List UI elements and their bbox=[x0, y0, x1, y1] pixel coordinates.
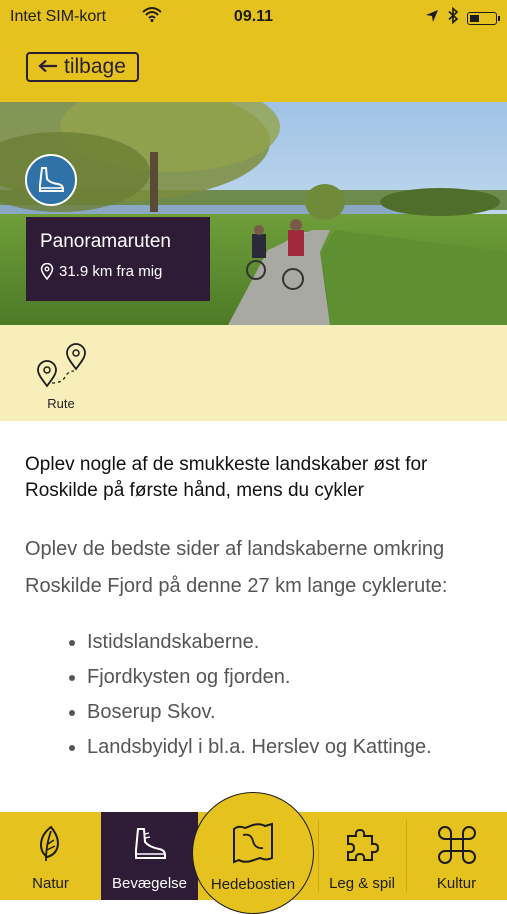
nav-bar: tilbage bbox=[0, 34, 507, 102]
command-icon bbox=[437, 826, 476, 868]
headline: Oplev nogle af de smukkeste landskaber ø… bbox=[25, 454, 428, 501]
hero-image: Panoramaruten 31.9 km fra mig bbox=[0, 102, 507, 325]
battery-icon bbox=[467, 11, 500, 25]
route-label: Rute bbox=[47, 396, 75, 411]
tab-label: Bevægelse bbox=[111, 875, 188, 892]
list-item: Istidslandskaberne. bbox=[87, 625, 490, 660]
tab-natur[interactable]: Natur bbox=[0, 812, 101, 900]
tab-bevaegelse[interactable]: Bevægelse bbox=[101, 812, 198, 900]
back-label: tilbage bbox=[64, 55, 126, 78]
shoe-icon bbox=[130, 824, 170, 868]
intro-text: Oplev de bedste sider af landskaberne om… bbox=[25, 538, 448, 597]
list-item: Boserup Skov. bbox=[87, 695, 490, 730]
description: Oplev nogle af de smukkeste landskaber ø… bbox=[25, 452, 490, 765]
back-button[interactable]: tilbage bbox=[26, 52, 139, 82]
puzzle-icon bbox=[342, 824, 382, 868]
list-item: Fjordkysten og fjorden. bbox=[87, 660, 490, 695]
activity-badge bbox=[25, 154, 77, 206]
route-pins-icon bbox=[32, 343, 90, 393]
location-arrow-icon bbox=[425, 9, 439, 28]
route-title: Panoramaruten bbox=[40, 231, 171, 252]
map-icon bbox=[229, 821, 277, 869]
bluetooth-icon bbox=[447, 6, 459, 29]
highlights-list: Istidslandskaberne. Fjordkysten og fjord… bbox=[25, 625, 490, 765]
tab-label: Leg & spil bbox=[329, 875, 395, 892]
distance-row: 31.9 km fra mig bbox=[40, 263, 196, 280]
tab-label: Natur bbox=[32, 875, 69, 892]
distance-label: 31.9 km fra mig bbox=[59, 263, 163, 280]
tab-label: Hedebostien bbox=[210, 876, 296, 893]
tab-kultur[interactable]: Kultur bbox=[406, 812, 507, 900]
map-pin-icon bbox=[40, 263, 54, 280]
list-item: Landsbyidyl i bl.a. Herslev og Kattinge. bbox=[87, 730, 490, 765]
tab-label: Kultur bbox=[436, 875, 477, 892]
leaf-icon bbox=[33, 824, 69, 868]
tab-leg-og-spil[interactable]: Leg & spil bbox=[318, 812, 406, 900]
shoe-icon bbox=[36, 165, 66, 195]
arrow-left-icon bbox=[38, 55, 58, 79]
info-strip: Rute bbox=[0, 325, 507, 421]
tab-bar: Natur Bevægelse Leg & spil Kultur Hedebo… bbox=[0, 792, 507, 914]
route-info[interactable]: Rute bbox=[30, 341, 92, 411]
route-title-box: Panoramaruten 31.9 km fra mig bbox=[26, 217, 210, 301]
tab-hedebostien[interactable]: Hedebostien bbox=[192, 792, 314, 914]
status-bar: Intet SIM-kort 09.11 bbox=[0, 0, 507, 34]
